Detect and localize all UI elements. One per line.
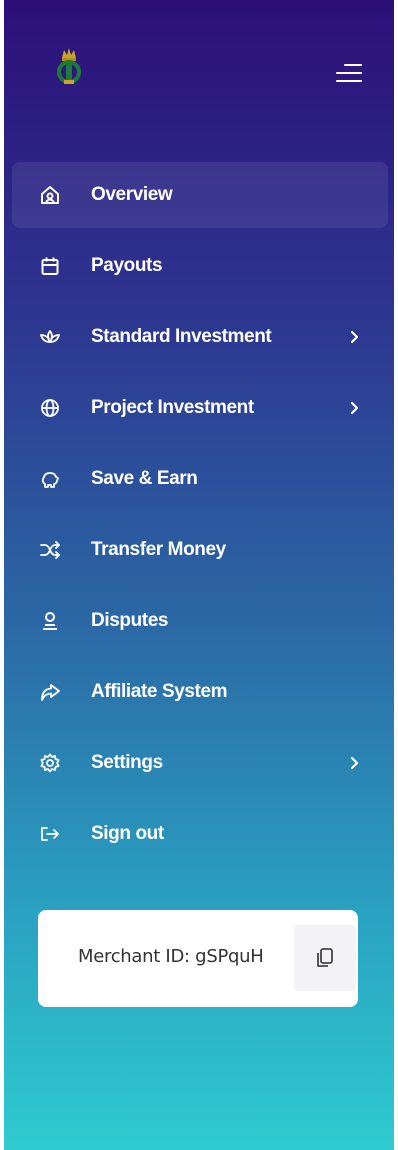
chevron-right-icon [350,330,359,344]
sidebar-item-label: Standard Investment [91,326,272,347]
sidebar-item-label: Settings [91,752,163,773]
lotus-icon [40,330,60,343]
sidebar-item-label: Disputes [91,610,169,631]
crown-emblem-logo[interactable] [52,44,86,90]
sidebar-item-overview[interactable]: Overview [12,162,388,228]
sidebar-item-label: Sign out [91,823,164,844]
piggy-bank-icon [41,472,59,488]
sidebar-item-save-and-earn[interactable]: Save & Earn [12,446,388,512]
sidebar-item-affiliate-system[interactable]: Affiliate System [12,659,388,725]
chevron-right-icon [350,401,359,415]
user-support-icon [43,612,57,630]
copy-icon [317,948,333,967]
shuffle-icon [40,541,60,559]
gear-icon [40,753,60,773]
sidebar-item-label: Transfer Money [91,539,226,560]
merchant-id-text: Merchant ID: gSPquH [78,946,264,967]
sidebar-item-label: Overview [91,184,173,205]
sidebar-item-project-investment[interactable]: Project Investment [12,375,388,441]
calendar-icon [41,257,59,275]
sidebar-nav: Overview Payouts Standard Investment Pro… [12,162,388,872]
sidebar-item-standard-investment[interactable]: Standard Investment [12,304,388,370]
sidebar: Overview Payouts Standard Investment Pro… [4,0,394,1150]
home-icon [41,186,59,204]
chevron-right-icon [350,756,359,770]
sidebar-item-label: Project Investment [91,397,254,418]
sign-out-icon [41,827,59,841]
merchant-id-card: Merchant ID: gSPquH [38,910,358,1007]
globe-icon [41,399,59,417]
share-arrow-icon [41,684,60,701]
sidebar-item-disputes[interactable]: Disputes [12,588,388,654]
sidebar-item-settings[interactable]: Settings [12,730,388,796]
sidebar-item-label: Affiliate System [91,681,228,702]
hamburger-menu-icon[interactable] [328,62,362,84]
sidebar-item-label: Payouts [91,255,163,276]
sidebar-item-sign-out[interactable]: Sign out [12,801,388,867]
sidebar-item-payouts[interactable]: Payouts [12,233,388,299]
sidebar-item-label: Save & Earn [91,468,198,489]
sidebar-item-transfer-money[interactable]: Transfer Money [12,517,388,583]
copy-merchant-id-button[interactable] [294,925,356,991]
